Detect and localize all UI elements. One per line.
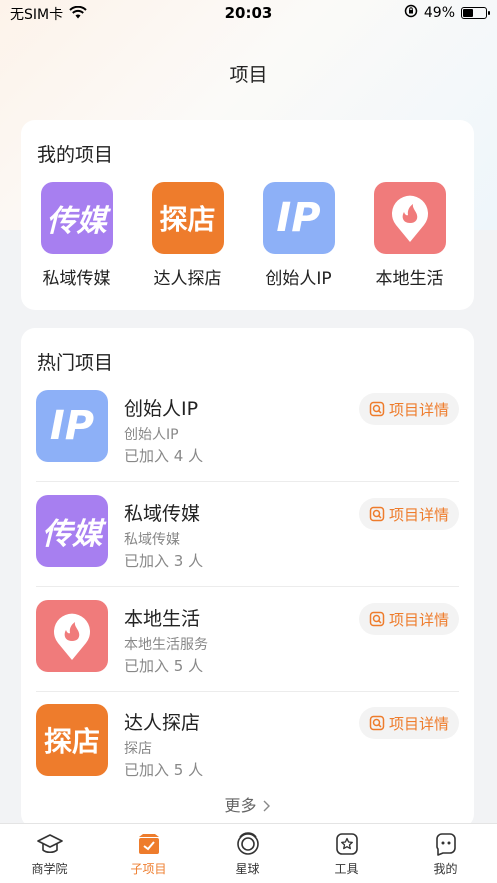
chevron-right-icon <box>262 796 271 815</box>
page-title: 项目 <box>229 64 268 86</box>
battery-percent: 49% <box>423 5 455 21</box>
battery-level <box>463 9 474 17</box>
detail-label: 项目详情 <box>388 714 449 733</box>
my-project-founder-ip[interactable]: IP 创始人IP <box>243 182 354 289</box>
my-project-label: 私域传媒 <box>42 269 111 289</box>
blue-ip-icon: IP <box>36 390 108 462</box>
store-icon-text: 探店 <box>43 725 100 758</box>
project-detail-button[interactable]: 项目详情 <box>358 707 459 739</box>
divider <box>36 481 459 482</box>
orange-store-icon: 探店 <box>151 182 224 254</box>
tab-business-school[interactable]: 商学院 <box>0 832 99 877</box>
graduation-cap-icon <box>36 834 63 854</box>
media-icon-text: 传媒 <box>46 204 107 239</box>
location-flame-icon <box>36 600 108 672</box>
tab-sub-projects[interactable]: 子项目 <box>99 832 198 877</box>
hot-project-row[interactable]: 本地生活 本地生活服务 已加入 5 人 项目详情 <box>21 588 474 692</box>
store-icon-text: 探店 <box>159 203 216 236</box>
hot-project-name: 本地生活 <box>124 608 201 630</box>
search-doc-icon <box>369 715 385 731</box>
battery-icon <box>461 7 490 19</box>
hot-project-desc: 创始人IP <box>124 427 179 443</box>
my-project-store[interactable]: 探店 达人探店 <box>132 182 243 289</box>
tab-planet[interactable]: 星球 <box>198 832 297 877</box>
my-project-media[interactable]: 传媒 私域传媒 <box>21 182 132 289</box>
ip-icon-text: IP <box>276 195 321 241</box>
hot-project-count: 已加入 4 人 <box>124 447 204 465</box>
my-project-label: 创始人IP <box>265 269 332 289</box>
tab-tools[interactable]: 工具 <box>297 832 396 877</box>
hot-project-count: 已加入 3 人 <box>124 552 204 570</box>
my-projects-title: 我的项目 <box>37 144 114 166</box>
purple-media-icon: 传媒 <box>40 182 113 254</box>
media-icon-text: 传媒 <box>42 517 102 552</box>
search-doc-icon <box>369 506 385 522</box>
tab-label: 我的 <box>433 862 458 876</box>
orientation-lock-icon <box>404 4 418 22</box>
hot-project-desc: 本地生活服务 <box>124 637 208 653</box>
hot-project-name: 私域传媒 <box>124 503 201 525</box>
project-box-icon <box>138 834 159 854</box>
search-doc-icon <box>369 611 385 627</box>
hot-project-row[interactable]: 探店 达人探店 探店 已加入 5 人 项目详情 <box>21 692 474 796</box>
my-projects-card: 我的项目 传媒 私域传媒 探店 达人探店 IP 创始人IP 本地生活 <box>21 120 474 310</box>
divider <box>36 586 459 587</box>
my-project-label: 达人探店 <box>153 269 222 289</box>
hot-project-row[interactable]: 传媒 私域传媒 私域传媒 已加入 3 人 项目详情 <box>21 483 474 587</box>
purple-media-icon: 传媒 <box>36 495 108 567</box>
tab-label: 工具 <box>334 862 359 876</box>
detail-label: 项目详情 <box>388 505 449 524</box>
status-bar: 无SIM卡 20:03 49% <box>0 0 497 26</box>
hot-projects-card: 热门项目 IP 创始人IP 创始人IP 已加入 4 人 项目详情 传媒 私域传媒… <box>21 328 474 828</box>
tab-label: 商学院 <box>31 862 68 876</box>
tab-label: 星球 <box>235 862 260 876</box>
my-project-label: 本地生活 <box>375 269 444 289</box>
planet-icon <box>236 832 259 855</box>
my-projects-grid: 传媒 私域传媒 探店 达人探店 IP 创始人IP 本地生活 <box>21 182 474 302</box>
project-detail-button[interactable]: 项目详情 <box>358 603 459 635</box>
bottom-tab-bar: 商学院 子项目 星球 工具 我的 <box>0 823 497 883</box>
hot-project-name: 创始人IP <box>124 398 199 420</box>
hot-project-row[interactable]: IP 创始人IP 创始人IP 已加入 4 人 项目详情 <box>21 378 474 482</box>
more-link[interactable]: 更多 <box>21 792 474 816</box>
hot-project-name: 达人探店 <box>124 712 201 734</box>
star-tool-icon <box>335 833 358 855</box>
project-detail-button[interactable]: 项目详情 <box>358 393 459 425</box>
hot-project-count: 已加入 5 人 <box>124 657 204 675</box>
hot-project-desc: 探店 <box>124 741 152 757</box>
location-flame-icon <box>373 182 446 254</box>
my-project-local-life[interactable]: 本地生活 <box>354 182 465 289</box>
ip-icon-text: IP <box>49 403 95 449</box>
hot-project-desc: 私域传媒 <box>124 532 180 548</box>
more-label: 更多 <box>224 796 257 815</box>
tab-label: 子项目 <box>130 862 167 876</box>
blue-ip-icon: IP <box>262 182 335 254</box>
hot-projects-title: 热门项目 <box>37 352 114 374</box>
detail-label: 项目详情 <box>388 610 449 629</box>
project-detail-button[interactable]: 项目详情 <box>358 498 459 530</box>
search-doc-icon <box>369 401 385 417</box>
hot-project-count: 已加入 5 人 <box>124 761 204 779</box>
orange-store-icon: 探店 <box>36 704 108 776</box>
detail-label: 项目详情 <box>388 400 449 419</box>
profile-face-icon <box>435 833 456 856</box>
tab-mine[interactable]: 我的 <box>396 832 495 877</box>
